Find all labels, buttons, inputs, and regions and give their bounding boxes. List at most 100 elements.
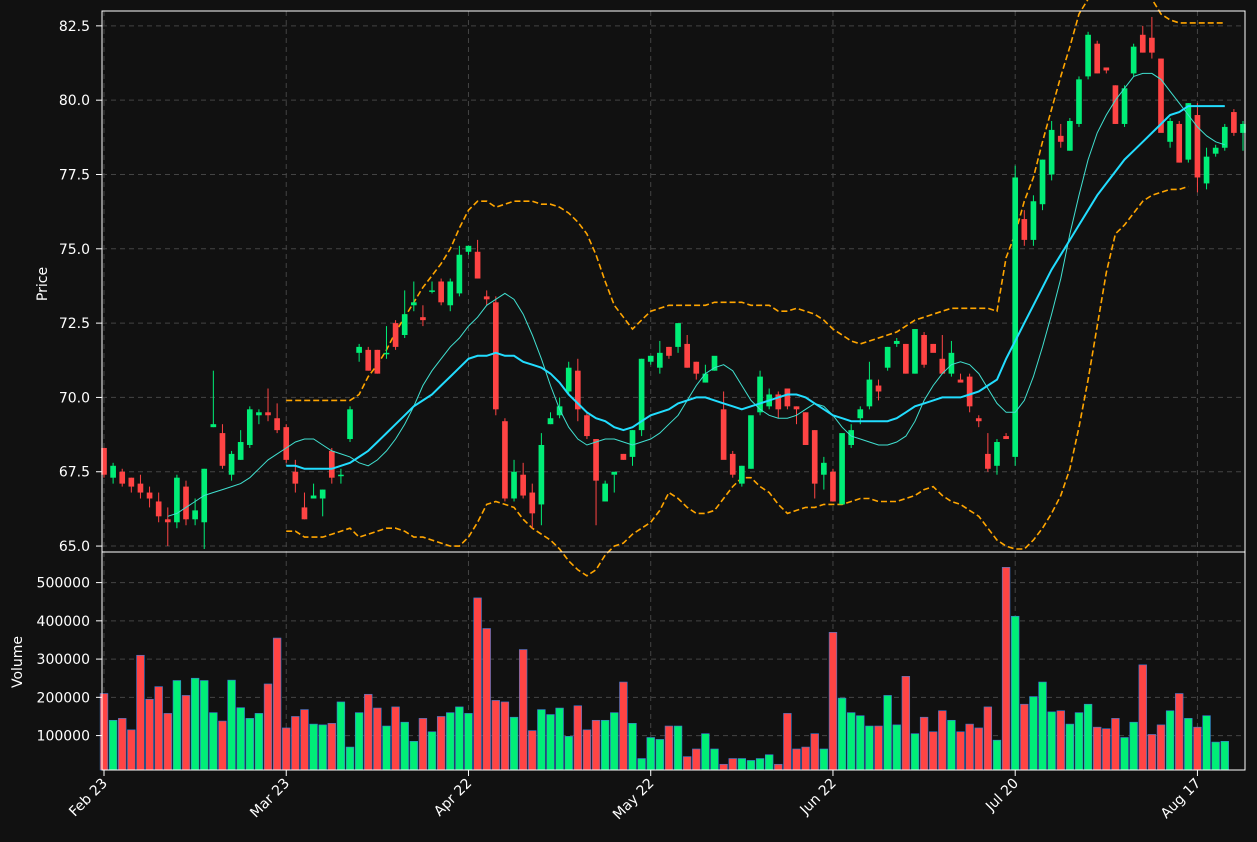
candle-body: [675, 323, 681, 347]
volume-bar: [263, 683, 273, 771]
volume-bar: [765, 754, 774, 771]
candle-body: [383, 352, 390, 355]
volume-bar: [974, 727, 983, 771]
volume-bar: [518, 649, 528, 771]
candle-body: [584, 415, 590, 437]
price-tick-label: 80.0: [59, 93, 90, 109]
candle-body: [875, 385, 882, 392]
volume-bar: [1165, 710, 1175, 771]
candle-body: [420, 317, 426, 321]
candle-body: [893, 340, 900, 344]
candle-body: [666, 346, 672, 356]
price-tick-label: 75.0: [59, 242, 90, 258]
candle-body: [511, 471, 517, 499]
volume-bar: [1065, 723, 1075, 771]
volume-bar: [108, 719, 118, 771]
candle-body: [702, 373, 709, 383]
candle-body: [256, 412, 262, 416]
volume-bar: [1211, 741, 1220, 771]
candle-body: [246, 409, 253, 445]
volume-bar: [1138, 664, 1147, 771]
candle-body: [1057, 135, 1064, 142]
volume-bar: [1074, 712, 1084, 771]
price-axis-label: Price: [35, 267, 51, 301]
candle-body: [529, 492, 536, 514]
volume-bar: [646, 737, 655, 771]
candle-body: [957, 379, 964, 383]
volume-bar: [1120, 737, 1129, 771]
bullish-candle: [1039, 159, 1046, 211]
bullish-candle: [1130, 43, 1137, 77]
candle-body: [219, 433, 226, 466]
volume-bar: [1029, 696, 1038, 771]
volume-bar: [774, 763, 783, 771]
volume-bar: [1220, 741, 1229, 771]
candle-body: [811, 430, 818, 484]
candle-body: [283, 427, 290, 460]
bullish-candle: [1221, 123, 1228, 151]
candle-body: [611, 471, 618, 475]
volume-bar: [528, 730, 537, 771]
volume-bar: [537, 709, 546, 771]
volume-bar: [427, 731, 437, 771]
candle-body: [210, 424, 217, 428]
candle-body: [602, 483, 608, 502]
volume-bar: [965, 723, 974, 771]
bearish-candle: [903, 343, 909, 374]
volume-bar: [692, 748, 701, 771]
volume-bar: [163, 713, 172, 771]
volume-bar: [710, 748, 719, 771]
volume-bar: [282, 727, 291, 771]
volume-bar: [728, 758, 737, 771]
candle-body: [174, 477, 180, 523]
candle-body: [328, 450, 335, 478]
volume-bar: [755, 758, 765, 771]
bullish-candle: [912, 329, 918, 374]
candle-body: [374, 349, 381, 374]
volume-bar: [209, 712, 218, 771]
volume-bar: [200, 680, 209, 771]
volume-bar: [291, 716, 300, 771]
volume-bar: [956, 731, 965, 771]
bullish-candle: [638, 358, 645, 437]
volume-bar: [364, 693, 373, 771]
candle-body: [739, 465, 745, 484]
volume-bar: [1011, 615, 1020, 771]
candle-body: [930, 343, 937, 353]
candle-body: [1030, 201, 1037, 240]
candle-body: [985, 453, 991, 469]
candle-body: [1003, 436, 1009, 440]
bullish-candle: [1030, 195, 1037, 246]
candle-body: [547, 418, 554, 425]
volume-bar: [373, 707, 382, 771]
candle-body: [629, 430, 636, 457]
volume-bar: [746, 760, 756, 771]
volume-tick-label: 300000: [37, 652, 90, 668]
volume-bar: [673, 725, 683, 771]
volume-bar: [309, 723, 318, 771]
volume-bar: [455, 706, 464, 771]
candle-body: [1121, 88, 1128, 124]
candle-body: [593, 439, 599, 481]
candle-body: [538, 444, 545, 505]
candle-body: [392, 323, 399, 347]
volume-axis-label: Volume: [10, 636, 26, 688]
volume-bar: [1020, 703, 1029, 771]
volume-bar: [1102, 728, 1111, 771]
volume-bar: [865, 725, 874, 771]
bearish-candle: [802, 412, 809, 445]
bullish-candle: [1067, 118, 1073, 151]
volume-bar: [610, 712, 619, 771]
volume-bar: [1111, 718, 1120, 771]
volume-bar: [227, 679, 236, 771]
volume-bar: [1038, 681, 1047, 771]
bullish-candle: [602, 480, 608, 502]
bearish-candle: [365, 346, 372, 371]
volume-bar: [783, 713, 792, 771]
candle-body: [830, 471, 836, 502]
volume-bar: [190, 677, 200, 771]
candle-body: [647, 355, 654, 362]
volume-bar: [801, 746, 810, 771]
bearish-candle: [830, 468, 836, 502]
candle-body: [1176, 123, 1183, 163]
